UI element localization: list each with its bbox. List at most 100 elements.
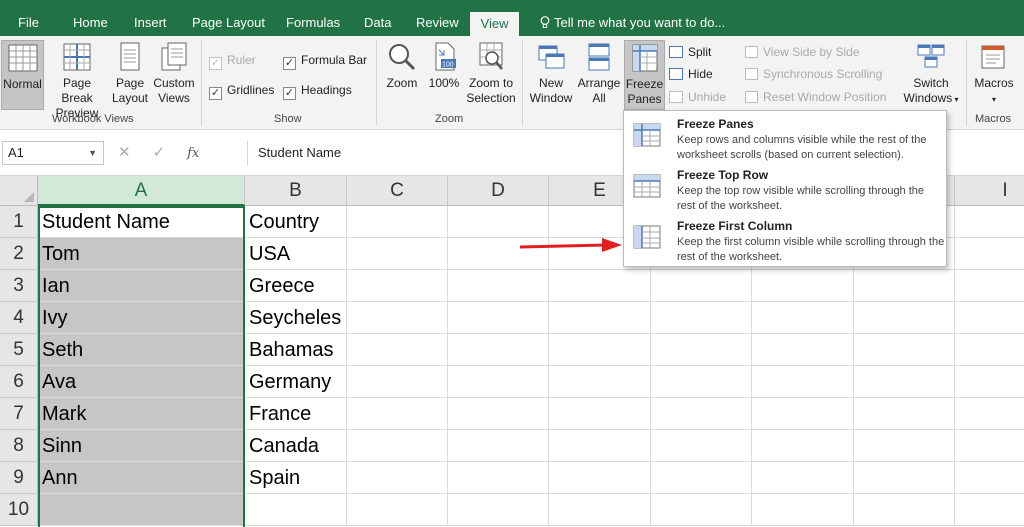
tab-page-layout[interactable]: Page Layout xyxy=(182,10,275,36)
cell-b5[interactable]: Bahamas xyxy=(245,334,347,366)
cell-f7[interactable] xyxy=(651,398,752,430)
zoom-to-selection-button[interactable]: Zoom to Selection xyxy=(465,40,517,110)
formula-bar-checkbox[interactable]: ✓ Formula Bar xyxy=(283,50,367,70)
cell-f6[interactable] xyxy=(651,366,752,398)
cell-a5[interactable]: Seth xyxy=(38,334,245,366)
cell-a1[interactable]: Student Name xyxy=(38,206,245,238)
zoom-100-button[interactable]: 100 100% xyxy=(425,40,463,110)
cell-a4[interactable]: Ivy xyxy=(38,302,245,334)
cell-h6[interactable] xyxy=(854,366,955,398)
new-window-button[interactable]: New Window xyxy=(527,40,575,110)
cell-g3[interactable] xyxy=(752,270,854,302)
cell-h3[interactable] xyxy=(854,270,955,302)
row-header[interactable]: 4 xyxy=(0,302,38,334)
cell-a6[interactable]: Ava xyxy=(38,366,245,398)
cell-b4[interactable]: Seycheles xyxy=(245,302,347,334)
cell-b9[interactable]: Spain xyxy=(245,462,347,494)
tab-insert[interactable]: Insert xyxy=(124,10,177,36)
page-break-preview-button[interactable]: Page Break Preview xyxy=(46,40,108,120)
cell-a8[interactable]: Sinn xyxy=(38,430,245,462)
row-header[interactable]: 10 xyxy=(0,494,38,526)
cell-i6[interactable] xyxy=(955,366,1024,398)
cell-d10[interactable] xyxy=(448,494,549,526)
tab-data[interactable]: Data xyxy=(354,10,401,36)
headings-checkbox[interactable]: ✓ Headings xyxy=(283,80,352,100)
hide-button[interactable]: Hide xyxy=(669,64,713,84)
cell-a7[interactable]: Mark xyxy=(38,398,245,430)
cell-e8[interactable] xyxy=(549,430,651,462)
cell-c5[interactable] xyxy=(347,334,448,366)
row-header[interactable]: 3 xyxy=(0,270,38,302)
cell-i1[interactable] xyxy=(955,206,1024,238)
cell-e10[interactable] xyxy=(549,494,651,526)
cell-d6[interactable] xyxy=(448,366,549,398)
cell-g6[interactable] xyxy=(752,366,854,398)
cell-f8[interactable] xyxy=(651,430,752,462)
cell-g7[interactable] xyxy=(752,398,854,430)
row-header[interactable]: 1 xyxy=(0,206,38,238)
cell-e7[interactable] xyxy=(549,398,651,430)
cell-e6[interactable] xyxy=(549,366,651,398)
cell-a2[interactable]: Tom xyxy=(38,238,245,270)
cell-d8[interactable] xyxy=(448,430,549,462)
switch-windows-button[interactable]: Switch Windows ▾ xyxy=(900,40,962,110)
cell-c9[interactable] xyxy=(347,462,448,494)
cell-d9[interactable] xyxy=(448,462,549,494)
cell-h5[interactable] xyxy=(854,334,955,366)
tab-view[interactable]: View xyxy=(470,12,519,36)
cell-b1[interactable]: Country xyxy=(245,206,347,238)
cell-b6[interactable]: Germany xyxy=(245,366,347,398)
row-header[interactable]: 2 xyxy=(0,238,38,270)
enter-icon[interactable]: ✓ xyxy=(153,144,166,161)
cell-e5[interactable] xyxy=(549,334,651,366)
select-all-corner[interactable] xyxy=(0,176,38,206)
cell-i3[interactable] xyxy=(955,270,1024,302)
chevron-down-icon[interactable]: ▼ xyxy=(88,142,97,164)
insert-function-icon[interactable]: fx xyxy=(187,146,199,161)
cell-b8[interactable]: Canada xyxy=(245,430,347,462)
unhide-button[interactable]: Unhide xyxy=(669,87,726,107)
tab-formulas[interactable]: Formulas xyxy=(276,10,350,36)
cell-d5[interactable] xyxy=(448,334,549,366)
cell-b2[interactable]: USA xyxy=(245,238,347,270)
row-header[interactable]: 8 xyxy=(0,430,38,462)
custom-views-button[interactable]: Custom Views xyxy=(152,40,196,110)
cell-b7[interactable]: France xyxy=(245,398,347,430)
cell-f3[interactable] xyxy=(651,270,752,302)
row-header[interactable]: 9 xyxy=(0,462,38,494)
view-side-by-side-button[interactable]: View Side by Side xyxy=(745,42,860,62)
tab-file[interactable]: File xyxy=(8,10,49,36)
reset-window-position-button[interactable]: Reset Window Position xyxy=(745,87,886,107)
cell-d3[interactable] xyxy=(448,270,549,302)
cell-c1[interactable] xyxy=(347,206,448,238)
column-header-b[interactable]: B xyxy=(245,176,347,206)
cell-d1[interactable] xyxy=(448,206,549,238)
ruler-checkbox[interactable]: ✓ Ruler xyxy=(209,50,256,70)
cell-h4[interactable] xyxy=(854,302,955,334)
cell-c6[interactable] xyxy=(347,366,448,398)
name-box[interactable]: A1 ▼ xyxy=(2,141,104,165)
macros-button[interactable]: Macros ▾ xyxy=(970,40,1018,110)
freeze-panes-button[interactable]: Freeze Panes ▾ xyxy=(624,40,665,121)
menu-item-freeze-panes[interactable]: Freeze Panes Keep rows and columns visib… xyxy=(624,113,946,164)
menu-item-freeze-first-column[interactable]: Freeze First Column Keep the first colum… xyxy=(624,215,946,266)
cell-i9[interactable] xyxy=(955,462,1024,494)
column-header-c[interactable]: C xyxy=(347,176,448,206)
cell-i2[interactable] xyxy=(955,238,1024,270)
cell-i5[interactable] xyxy=(955,334,1024,366)
cell-g9[interactable] xyxy=(752,462,854,494)
split-button[interactable]: Split xyxy=(669,42,711,62)
cell-g4[interactable] xyxy=(752,302,854,334)
row-header[interactable]: 5 xyxy=(0,334,38,366)
cell-d7[interactable] xyxy=(448,398,549,430)
cell-h7[interactable] xyxy=(854,398,955,430)
cell-g8[interactable] xyxy=(752,430,854,462)
arrange-all-button[interactable]: Arrange All xyxy=(576,40,622,110)
menu-item-freeze-top-row[interactable]: Freeze Top Row Keep the top row visible … xyxy=(624,164,946,215)
zoom-button[interactable]: Zoom xyxy=(383,40,421,110)
cell-e9[interactable] xyxy=(549,462,651,494)
cancel-icon[interactable]: ✕ xyxy=(118,144,131,161)
cell-c3[interactable] xyxy=(347,270,448,302)
cell-a3[interactable]: Ian xyxy=(38,270,245,302)
cell-g10[interactable] xyxy=(752,494,854,526)
